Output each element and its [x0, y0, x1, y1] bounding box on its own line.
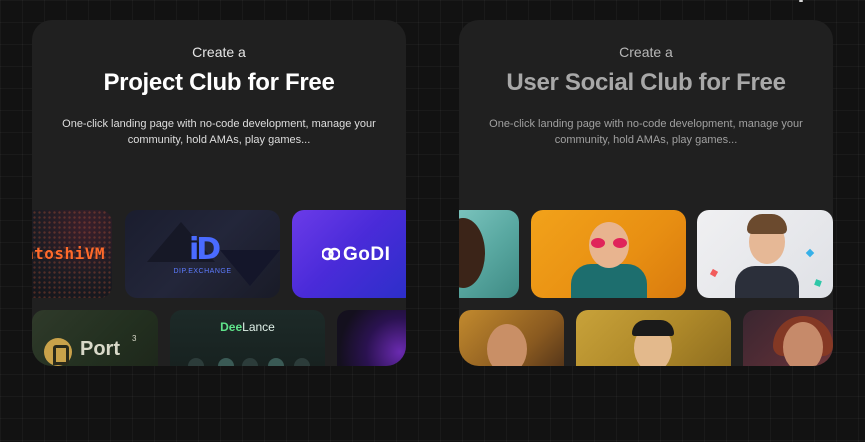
port3-tile: Port 3: [32, 310, 158, 366]
user-photo-tile: [459, 310, 564, 366]
dip-exchange-logo: iD: [189, 232, 221, 267]
deelance-logo-part: Dee: [220, 320, 243, 334]
godid-logo-text: GoDI: [343, 244, 391, 265]
user-photo-tile: [576, 310, 731, 366]
user-photo-tile: [697, 210, 833, 298]
card-description: One-click landing page with no-code deve…: [489, 118, 803, 146]
character-figure: [294, 358, 310, 366]
project-tile: [337, 310, 406, 366]
character-figure: [268, 358, 284, 366]
port3-logo-text: Port: [80, 338, 120, 360]
deelance-logo-part: Lance: [242, 320, 275, 334]
deelance-tile: DeeLance: [170, 310, 325, 366]
deelance-logo: DeeLance: [170, 320, 325, 334]
user-photo: [735, 266, 799, 298]
user-photo: [632, 320, 674, 336]
user-photo: [783, 322, 823, 366]
user-photo: [459, 218, 485, 288]
card-kicker: Create a: [619, 44, 673, 60]
confetti: [805, 248, 815, 258]
confetti: [814, 279, 822, 287]
godid-icon: [321, 247, 341, 261]
satoshivm-tile: atoshiVM: [32, 210, 112, 298]
godid-tile: GoDI: [292, 210, 406, 298]
card-description: One-click landing page with no-code deve…: [62, 118, 376, 146]
user-photo: [591, 238, 627, 248]
user-photo-tile: [743, 310, 833, 366]
godid-logo: GoDI: [321, 244, 391, 266]
user-photo: [487, 324, 527, 366]
user-photo-tile: [459, 210, 519, 298]
card-title: Project Club for Free: [103, 69, 335, 96]
dip-exchange-tile: iD DIP.EXCHANGE: [125, 210, 280, 298]
confetti: [709, 268, 719, 278]
card-kicker: Create a: [192, 44, 246, 60]
character-group: [180, 354, 315, 366]
user-photo: [747, 214, 787, 234]
port3-superscript: 3: [132, 334, 137, 343]
user-social-club-card[interactable]: Create a User Social Club for Free One-c…: [459, 20, 833, 366]
character-figure: [188, 358, 204, 366]
port3-icon: [44, 338, 72, 366]
dip-exchange-label: DIP.EXCHANGE: [173, 268, 232, 275]
card-title: User Social Club for Free: [506, 69, 786, 96]
satoshivm-logo-text: atoshiVM: [32, 244, 106, 263]
character-figure: [218, 358, 234, 366]
user-photo-tile: [531, 210, 686, 298]
character-figure: [242, 358, 258, 366]
project-club-card[interactable]: Create a Project Club for Free One-click…: [32, 20, 406, 366]
user-photo: [571, 264, 647, 298]
corner-mark: [799, 0, 803, 2]
